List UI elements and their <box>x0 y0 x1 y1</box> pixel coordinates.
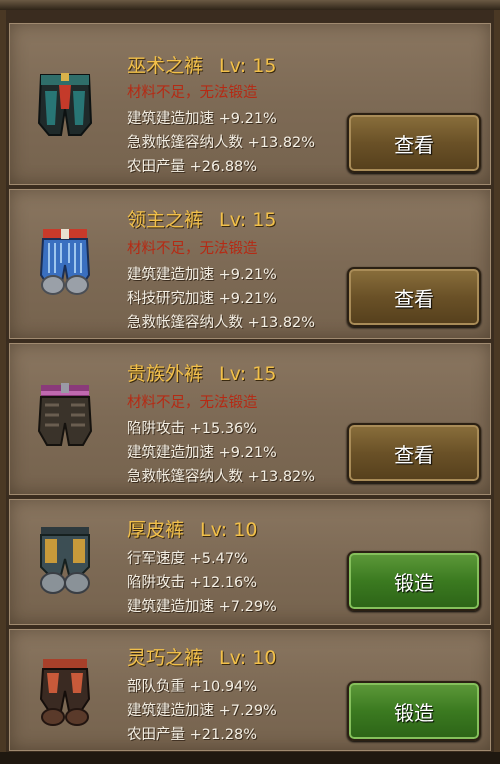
stat-line: 急救帐篷容纳人数 +13.82% <box>127 315 316 331</box>
item-level: Lv: 10 <box>219 647 277 669</box>
item-name: 灵巧之裤 <box>127 647 204 669</box>
item-title: 灵巧之裤 Lv: 10 <box>127 643 276 670</box>
stat-line: 陷阱攻击 +12.16% <box>127 575 258 591</box>
bottom-border <box>0 752 500 764</box>
lord-pants-icon <box>25 223 105 303</box>
stat-line: 急救帐篷容纳人数 +13.82% <box>127 469 316 485</box>
insufficient-materials-warning: 材料不足，无法锻造 <box>127 85 258 101</box>
item-title: 领主之裤 Lv: 15 <box>127 205 276 232</box>
forge-button[interactable]: 锻造 <box>347 681 481 741</box>
item-level: Lv: 15 <box>219 209 277 231</box>
item-name: 厚皮裤 <box>127 519 185 541</box>
agile-pants-icon <box>25 653 105 733</box>
stat-line: 部队负重 +10.94% <box>127 679 258 695</box>
thick-leather-pants-icon <box>25 521 105 601</box>
insufficient-materials-warning: 材料不足，无法锻造 <box>127 241 258 257</box>
stat-line: 科技研究加速 +9.21% <box>127 291 277 307</box>
item-level: Lv: 15 <box>219 55 277 77</box>
stat-line: 急救帐篷容纳人数 +13.82% <box>127 135 316 151</box>
item-level: Lv: 15 <box>219 363 277 385</box>
noble-pants-icon <box>25 379 105 459</box>
stat-line: 行军速度 +5.47% <box>127 551 248 567</box>
item-title: 厚皮裤 Lv: 10 <box>127 515 257 542</box>
equipment-card-agile-pants: 灵巧之裤 Lv: 10 部队负重 +10.94% 建筑建造加速 +7.29% 农田… <box>8 628 492 752</box>
view-button[interactable]: 查看 <box>347 113 481 173</box>
item-name: 巫术之裤 <box>127 55 204 77</box>
stat-line: 建筑建造加速 +7.29% <box>127 599 277 615</box>
stat-line: 农田产量 +21.28% <box>127 727 258 743</box>
stat-line: 建筑建造加速 +9.21% <box>127 267 277 283</box>
stat-line: 农田产量 +26.88% <box>127 159 258 175</box>
equipment-card-noble-pants: 贵族外裤 Lv: 15 材料不足，无法锻造 陷阱攻击 +15.36% 建筑建造加速… <box>8 342 492 496</box>
top-border <box>0 0 500 10</box>
equipment-card-thick-leather-pants: 厚皮裤 Lv: 10 行军速度 +5.47% 陷阱攻击 +12.16% 建筑建造加… <box>8 498 492 626</box>
stat-line: 建筑建造加速 +9.21% <box>127 445 277 461</box>
stat-line: 陷阱攻击 +15.36% <box>127 421 258 437</box>
view-button[interactable]: 查看 <box>347 423 481 483</box>
witchcraft-pants-icon <box>25 69 105 149</box>
insufficient-materials-warning: 材料不足，无法锻造 <box>127 395 258 411</box>
stat-line: 建筑建造加速 +7.29% <box>127 703 277 719</box>
view-button[interactable]: 查看 <box>347 267 481 327</box>
equipment-card-lord-pants: 领主之裤 Lv: 15 材料不足，无法锻造 建筑建造加速 +9.21% 科技研究加… <box>8 188 492 340</box>
item-name: 领主之裤 <box>127 209 204 231</box>
item-title: 巫术之裤 Lv: 15 <box>127 51 276 78</box>
item-title: 贵族外裤 Lv: 15 <box>127 359 276 386</box>
stat-line: 建筑建造加速 +9.21% <box>127 111 277 127</box>
item-name: 贵族外裤 <box>127 363 204 385</box>
item-level: Lv: 10 <box>200 519 258 541</box>
equipment-card-witchcraft-pants: 巫术之裤 Lv: 15 材料不足，无法锻造 建筑建造加速 +9.21% 急救帐篷容… <box>8 22 492 186</box>
forge-button[interactable]: 锻造 <box>347 551 481 611</box>
